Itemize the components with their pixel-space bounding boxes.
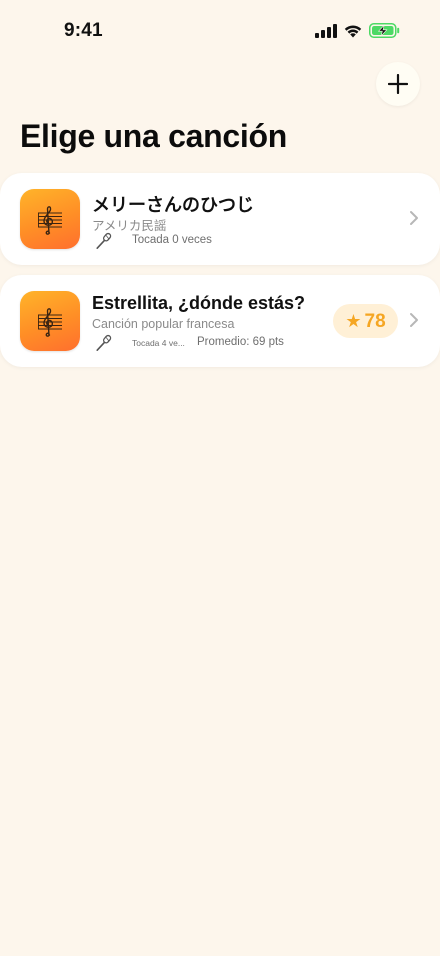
average-score: Promedio: 69 pts — [197, 336, 284, 348]
song-card[interactable]: メリーさんのひつじ アメリカ民謡 Tocada 0 veces — [0, 173, 440, 265]
star-icon: ★ — [345, 311, 362, 331]
status-time: 9:41 — [64, 20, 103, 41]
microphone-icon — [96, 334, 112, 352]
song-thumbnail — [20, 291, 80, 351]
play-count: Tocada 0 veces — [132, 234, 212, 246]
page-title: Elige una canción — [20, 118, 287, 154]
song-title: Estrellita, ¿dónde estás? — [92, 293, 306, 313]
play-count: Tocada 4 ve... — [132, 338, 185, 348]
best-score-badge: ★ 78 — [333, 304, 398, 338]
status-bar: 9:41 — [0, 0, 440, 62]
chevron-right-icon — [410, 313, 418, 327]
sheet-music-icon — [38, 308, 62, 337]
chevron-right-icon — [410, 211, 418, 225]
song-card[interactable]: Estrellita, ¿dónde estás? Canción popula… — [0, 275, 440, 367]
status-icons — [315, 23, 400, 38]
microphone-icon — [96, 232, 112, 250]
signal-icon — [315, 23, 337, 38]
best-score-value: 78 — [364, 310, 386, 332]
wifi-icon — [344, 25, 362, 37]
song-title: メリーさんのひつじ — [92, 195, 254, 215]
song-thumbnail — [20, 189, 80, 249]
battery-charging-icon — [369, 23, 400, 38]
song-artist: Canción popular francesa — [92, 317, 235, 331]
plus-icon — [388, 74, 408, 94]
add-song-button[interactable] — [376, 62, 420, 106]
sheet-music-icon — [38, 206, 62, 235]
